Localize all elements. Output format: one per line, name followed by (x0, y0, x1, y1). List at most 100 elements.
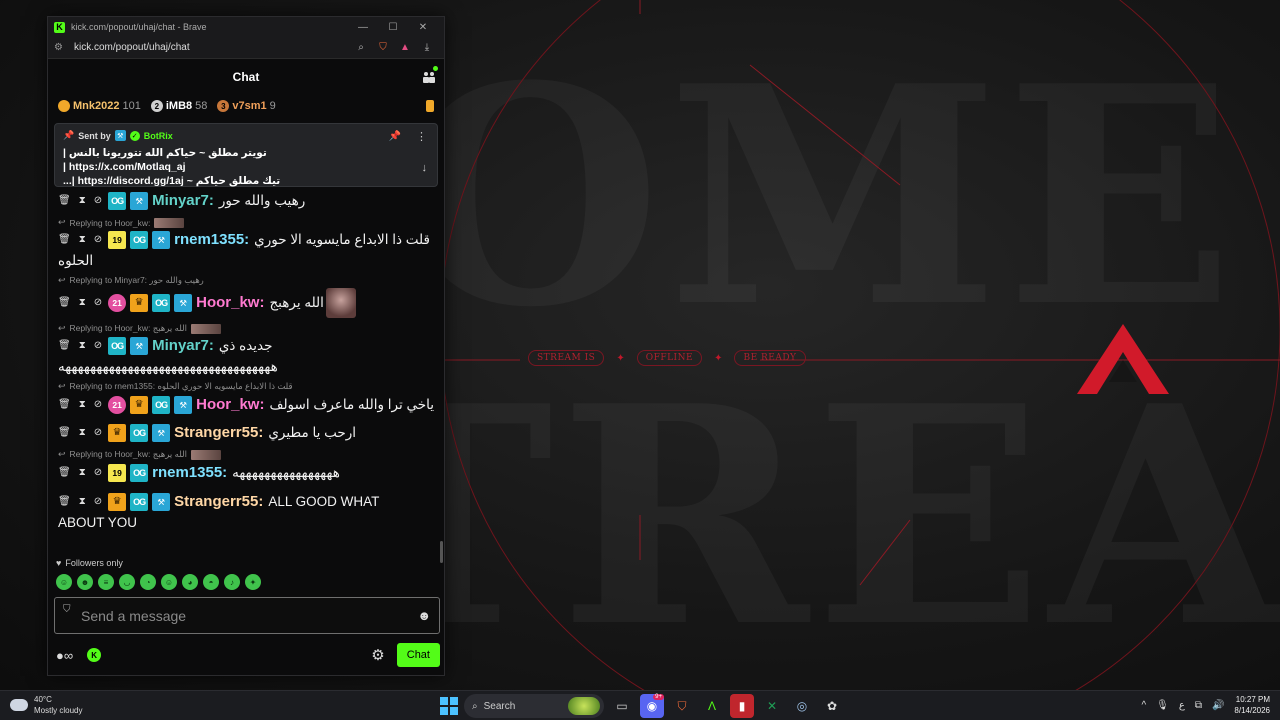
delete-icon[interactable]: 🗑 (58, 190, 71, 212)
delete-icon[interactable]: 🗑 (58, 292, 71, 314)
delete-icon[interactable]: 🗑 (58, 491, 71, 513)
timeout-icon[interactable]: ⧗ (79, 190, 86, 212)
delete-icon[interactable]: 🗑 (58, 394, 71, 416)
timeout-icon[interactable]: ⧗ (79, 491, 86, 513)
reply-context[interactable]: ↩ Replying to rnem1355: قلت ذا الابداع م… (58, 380, 434, 393)
unpin-icon[interactable]: 📌 (389, 131, 401, 142)
volume-icon[interactable]: 🔊 (1212, 700, 1224, 711)
ban-icon[interactable]: ⊘ (94, 394, 102, 416)
reply-text: Replying to Minyar7: رهيب والله حور (69, 275, 204, 285)
leaderboard-entry[interactable]: 3 v7sm1 9 (217, 100, 276, 112)
emote-button[interactable]: ☺ (161, 574, 177, 590)
delete-icon[interactable]: 🗑 (58, 422, 71, 444)
site-settings-icon[interactable]: ⚙ (54, 42, 70, 53)
rank-2-icon: 2 (150, 100, 163, 112)
minimize-icon[interactable]: — (348, 22, 378, 33)
username[interactable]: Strangerr55: (174, 491, 263, 513)
reply-context[interactable]: ↩ Replying to Hoor_kw: الله يرهبج (58, 448, 434, 461)
username[interactable]: Minyar7: (152, 190, 214, 212)
chat-scrollbar[interactable] (440, 541, 443, 563)
chevron-up-icon[interactable]: ^ (1141, 700, 1146, 711)
emote-button[interactable]: ◔ (140, 574, 156, 590)
reply-text: Replying to rnem1355: قلت ذا الابداع ماي… (69, 381, 293, 391)
pinned-bot-name[interactable]: BotRix (144, 131, 173, 141)
emote-button[interactable]: ♪ (224, 574, 240, 590)
leaderboard-scroll-icon[interactable] (426, 100, 434, 112)
og-badge-icon: OG (152, 294, 171, 312)
og-badge-icon: OG (152, 396, 171, 414)
username[interactable]: Minyar7: (152, 335, 214, 357)
username[interactable]: rnem1355: (174, 229, 249, 251)
timeout-icon[interactable]: ⧗ (79, 229, 86, 251)
download-icon[interactable]: ⤓ (416, 42, 438, 53)
timeout-icon[interactable]: ⧗ (79, 394, 86, 416)
emote-button[interactable]: ☺ (56, 574, 72, 590)
chatgpt-icon[interactable]: ✿ (820, 694, 844, 718)
diamond-icon: ✦ (714, 352, 723, 364)
chat-message: 🗑 ⧗ ⊘ ♛ OG ⚒ Strangerr55: ALL GOOD WHAT … (58, 491, 434, 533)
chat-messages[interactable]: 🗑 ⧗ ⊘ OG ⚒ Minyar7: رهيب والله حور ↩ Rep… (48, 189, 444, 557)
reply-context[interactable]: ↩ Replying to Minyar7: رهيب والله حور (58, 274, 434, 287)
infinity-icon[interactable]: ●∞ (56, 648, 73, 663)
username[interactable]: Hoor_kw: (196, 292, 264, 314)
expand-arrow-icon[interactable]: ↓ (422, 162, 428, 174)
zoom-icon[interactable]: ⌕ (350, 42, 372, 53)
clock[interactable]: 10:27 PM 8/14/2026 (1234, 694, 1270, 716)
username[interactable]: Strangerr55: (174, 422, 263, 444)
more-options-icon[interactable]: ⋮ (416, 130, 427, 143)
emote-button[interactable]: ◕ (182, 574, 198, 590)
delete-icon[interactable]: 🗑 (58, 462, 71, 484)
ban-icon[interactable]: ⊘ (94, 335, 102, 357)
ban-icon[interactable]: ⊘ (94, 292, 102, 314)
ban-icon[interactable]: ⊘ (94, 462, 102, 484)
chat-message: 🗑 ⧗ ⊘ 19 OG ⚒ rnem1355: قلت ذا الابداع م… (58, 229, 434, 271)
pinned-line-1[interactable]: تويتر مطلق ~ حياكم الله تتوريونا بالنس |… (63, 146, 363, 174)
timeout-icon[interactable]: ⧗ (79, 422, 86, 444)
username[interactable]: rnem1355: (152, 462, 227, 484)
message-input[interactable] (81, 607, 418, 624)
send-chat-button[interactable]: Chat (396, 643, 440, 667)
windows-start-icon[interactable] (440, 697, 458, 715)
discord-icon[interactable]: ◉ 9+ (640, 694, 664, 718)
ban-icon[interactable]: ⊘ (94, 491, 102, 513)
emote-button[interactable]: ◓ (203, 574, 219, 590)
microphone-icon[interactable]: 🎙 (1156, 700, 1169, 711)
pinned-line-2[interactable]: تيك مطلق حياكم ~ https://discord.gg/1aj … (63, 174, 363, 188)
emote-button[interactable]: ☻ (77, 574, 93, 590)
brave-shield-icon[interactable]: ⛉ (372, 42, 394, 53)
users-icon[interactable] (422, 70, 436, 84)
app-lambda-icon[interactable]: Λ (700, 694, 724, 718)
kick-points-icon[interactable]: K (87, 648, 102, 662)
app-red-icon[interactable]: ▮ (730, 694, 754, 718)
settings-gear-icon[interactable]: ⚙ (371, 646, 384, 664)
maximize-icon[interactable]: ☐ (378, 22, 408, 33)
emote-button[interactable]: ◡ (119, 574, 135, 590)
username[interactable]: Hoor_kw: (196, 394, 264, 416)
network-icon[interactable]: ⧉ (1195, 700, 1202, 711)
timeout-icon[interactable]: ⧗ (79, 335, 86, 357)
emote-button[interactable]: ≡ (98, 574, 114, 590)
emote-button[interactable]: ✦ (245, 574, 261, 590)
excel-icon[interactable]: ✕ (760, 694, 784, 718)
taskbar-search[interactable]: ⌕ Search (464, 694, 604, 718)
delete-icon[interactable]: 🗑 (58, 229, 71, 251)
language-indicator[interactable]: ع (1179, 700, 1185, 711)
delete-icon[interactable]: 🗑 (58, 335, 71, 357)
close-icon[interactable]: ✕ (408, 22, 438, 33)
reply-context[interactable]: ↩ Replying to Hoor_kw: الله يرهبج (58, 322, 434, 335)
leaderboard-entry[interactable]: 2 iMB8 58 (150, 100, 207, 112)
emoji-picker-icon[interactable]: ☻ (417, 608, 431, 623)
weather-widget[interactable]: 40°C Mostly cloudy (10, 694, 82, 716)
brave-rewards-icon[interactable]: ▲ (394, 42, 416, 53)
brave-icon[interactable]: ⛉ (670, 694, 694, 718)
url-text[interactable]: kick.com/popout/uhaj/chat (74, 42, 350, 53)
ban-icon[interactable]: ⊘ (94, 422, 102, 444)
steam-icon[interactable]: ◎ (790, 694, 814, 718)
leaderboard-entry[interactable]: Mnk2022 101 (58, 100, 141, 112)
ban-icon[interactable]: ⊘ (94, 229, 102, 251)
timeout-icon[interactable]: ⧗ (79, 292, 86, 314)
reply-context[interactable]: ↩ Replying to Hoor_kw: (58, 216, 434, 229)
timeout-icon[interactable]: ⧗ (79, 462, 86, 484)
file-explorer-icon[interactable]: ▭ (610, 694, 634, 718)
ban-icon[interactable]: ⊘ (94, 190, 102, 212)
